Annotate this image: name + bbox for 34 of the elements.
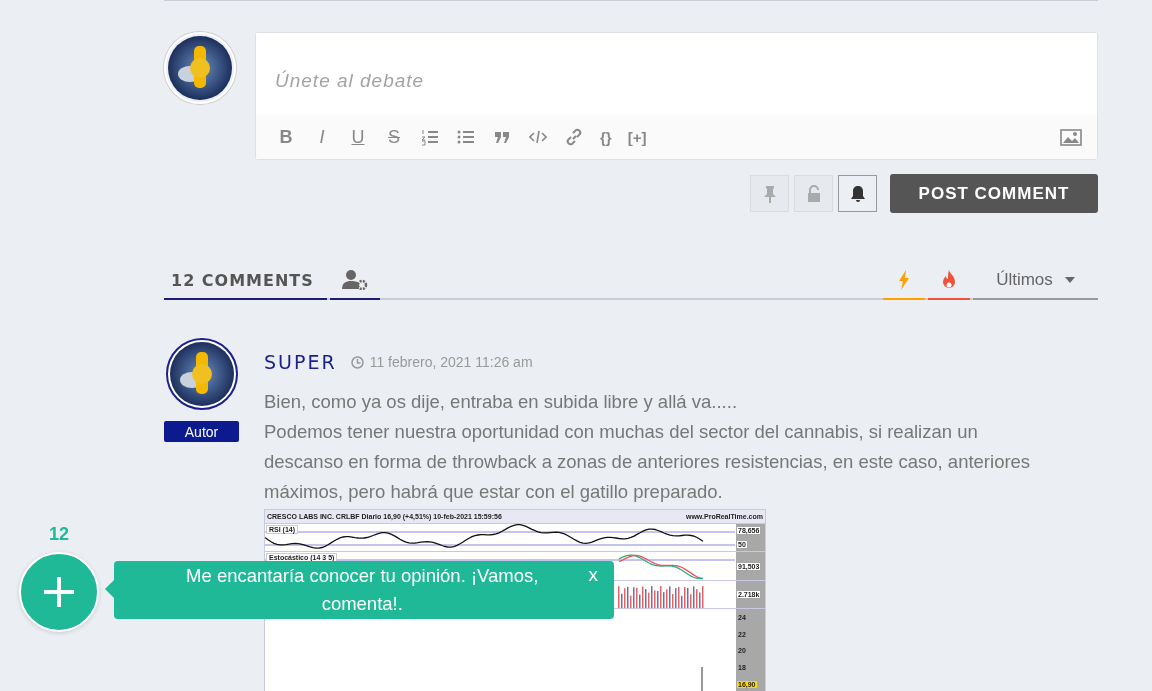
avatar xyxy=(164,32,236,104)
numbered-list-icon[interactable] xyxy=(421,128,439,146)
italic-button[interactable]: I xyxy=(308,124,336,150)
comment-date: 11 febrero, 2021 11:26 am xyxy=(369,354,533,370)
comment-text: Bien, como ya os dije, entraba en subida libre y allá va..... xyxy=(264,390,739,414)
post-comment-button[interactable]: POST COMMENT xyxy=(890,174,1098,213)
comments-tab[interactable]: 12 COMMENTS xyxy=(164,262,327,300)
bell-button[interactable] xyxy=(838,175,877,212)
image-icon[interactable] xyxy=(1060,128,1082,146)
close-button[interactable]: x xyxy=(582,564,604,586)
format-button[interactable]: [+] xyxy=(623,124,651,150)
underline-button[interactable]: U xyxy=(344,124,372,150)
pin-icon xyxy=(762,184,777,203)
strike-button[interactable]: S xyxy=(380,124,408,150)
clock-icon xyxy=(350,355,364,369)
link-icon[interactable] xyxy=(565,128,583,146)
sort-dropdown[interactable]: Últimos xyxy=(973,262,1098,300)
plus-icon xyxy=(42,575,76,609)
author-name[interactable]: SUPER xyxy=(264,351,337,373)
bold-button[interactable]: B xyxy=(272,124,300,150)
padlock-icon xyxy=(806,184,821,203)
comment-text: Podemos tener nuestra oportunidad con muchas del sector del cannabis, si realizan un descanso en forma de throwback a zonas de anteriores resistencias, en este caso, anteriores máximos, pero habrá que estar con el gatillo preparado. xyxy=(264,420,1032,504)
bullet-list-icon[interactable] xyxy=(457,128,475,146)
comment-count: 12 xyxy=(49,524,69,545)
bell-icon xyxy=(849,184,866,203)
pin-button[interactable] xyxy=(750,175,789,212)
add-comment-button[interactable] xyxy=(19,552,99,632)
user-gear-icon xyxy=(342,270,368,290)
author-badge: Autor xyxy=(164,421,239,442)
tooltip-text: Me encantaría conocer tu opinión. ¡Vamos, comenta!. xyxy=(185,564,540,616)
lock-button[interactable] xyxy=(794,175,833,212)
code-icon[interactable] xyxy=(529,128,547,146)
caret-icon xyxy=(1064,277,1075,283)
format-button[interactable]: {} xyxy=(596,124,616,150)
